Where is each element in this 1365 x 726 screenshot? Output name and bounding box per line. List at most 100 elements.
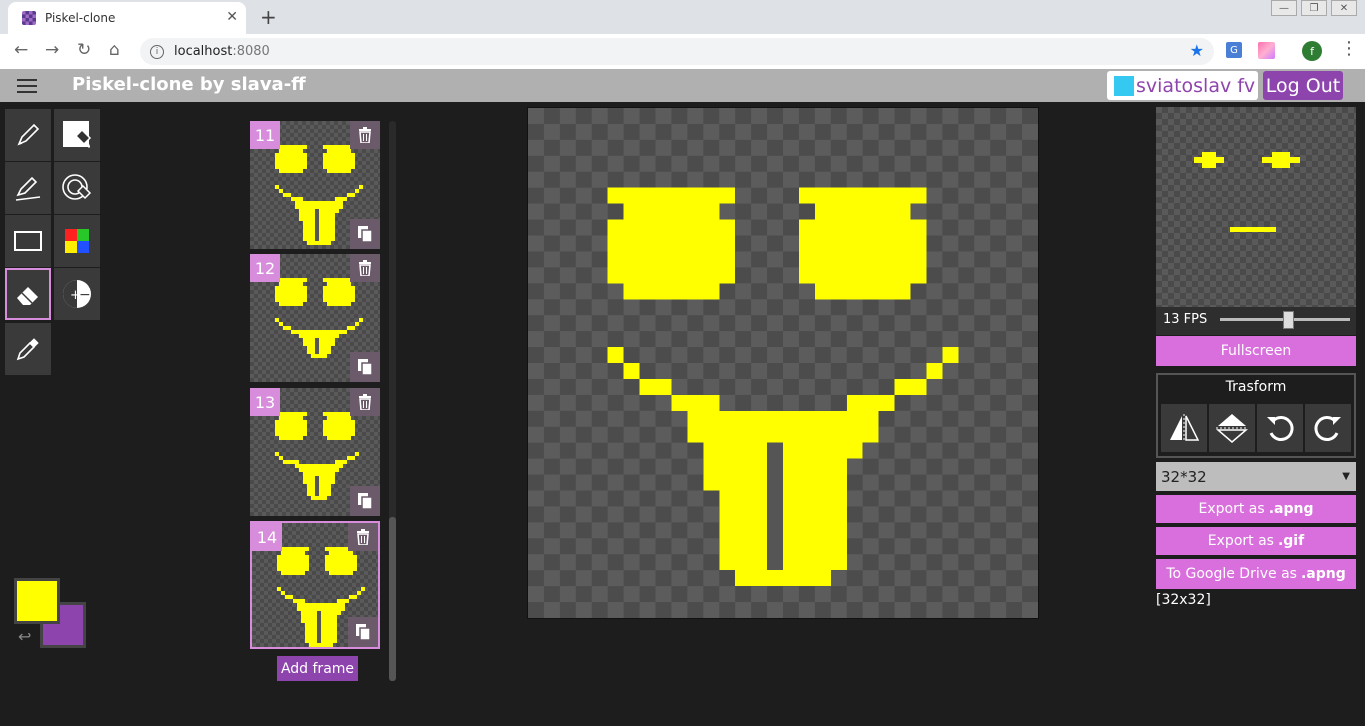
fps-slider-handle[interactable] <box>1283 311 1294 329</box>
user-badge: sviatoslav fv <box>1107 71 1258 100</box>
pixel <box>687 426 863 443</box>
pixel <box>323 432 355 436</box>
rectangle-icon <box>14 231 42 251</box>
close-window-icon[interactable]: ✕ <box>1331 0 1357 16</box>
pixel <box>279 189 283 193</box>
duplicate-frame-icon[interactable] <box>350 486 380 516</box>
pixel <box>329 551 353 555</box>
pixel <box>323 420 355 432</box>
user-name: sviatoslav fv <box>1136 74 1256 97</box>
eraser-tool[interactable] <box>5 268 51 320</box>
pixel <box>327 436 351 440</box>
pixel <box>275 286 307 298</box>
pixel <box>275 153 307 165</box>
pixel <box>311 354 327 358</box>
pixel <box>279 169 303 173</box>
duplicate-frame-icon[interactable] <box>350 219 380 249</box>
favicon-icon <box>22 11 36 25</box>
pixel <box>767 442 783 571</box>
export-gif-button[interactable]: Export as .gif <box>1156 527 1356 555</box>
pixel <box>311 496 327 500</box>
pixel <box>299 468 339 472</box>
stroke-tool[interactable] <box>5 162 51 214</box>
browser-tab[interactable]: Piskel-clone ✕ <box>8 2 246 34</box>
pixel <box>355 452 359 456</box>
frame-thumbnail[interactable]: 11 <box>250 121 380 249</box>
pixel <box>277 567 309 571</box>
lighten-tool[interactable]: + − <box>54 268 100 320</box>
pixel <box>355 189 359 193</box>
site-info-icon[interactable]: i <box>150 44 164 59</box>
canvas-size-value: 32*32 <box>1161 467 1207 486</box>
delete-frame-icon[interactable] <box>350 254 380 282</box>
delete-frame-icon[interactable] <box>348 523 378 551</box>
new-tab-button[interactable]: + <box>260 5 277 29</box>
pen-tool[interactable] <box>5 109 51 161</box>
frame-thumbnail[interactable]: 12 <box>250 254 380 382</box>
frame-thumbnail[interactable]: 14 <box>250 521 380 649</box>
logout-button[interactable]: Log Out <box>1263 71 1343 100</box>
browser-menu-icon[interactable]: ⋮ <box>1340 38 1358 59</box>
flip-vertical-button[interactable] <box>1209 404 1255 452</box>
pixel <box>303 472 335 476</box>
delete-frame-icon[interactable] <box>350 388 380 416</box>
eyedropper-icon <box>16 338 39 361</box>
rotate-right-button[interactable] <box>1305 404 1351 452</box>
address-bar[interactable]: i localhost:8080 ★ <box>140 38 1214 65</box>
pixel <box>299 201 339 205</box>
hamburger-menu-icon[interactable] <box>17 79 37 97</box>
canvas-size-select[interactable]: 32*32 ▼ <box>1156 462 1356 491</box>
user-avatar <box>1114 75 1134 96</box>
pixel <box>349 595 357 599</box>
flip-horizontal-button[interactable] <box>1161 404 1207 452</box>
paint-same-pixels-tool[interactable] <box>54 162 100 214</box>
duplicate-frame-icon[interactable] <box>348 617 378 647</box>
pixel <box>361 587 365 591</box>
app-header: Piskel-clone by slava-ff sviatoslav fv L… <box>0 69 1365 102</box>
minimize-icon[interactable]: — <box>1271 0 1297 16</box>
fullscreen-button[interactable]: Fullscreen <box>1156 336 1356 366</box>
restore-icon[interactable]: ❐ <box>1301 0 1327 16</box>
stroke-pen-icon <box>15 176 41 201</box>
pixel <box>325 567 357 571</box>
pixel <box>735 570 831 587</box>
home-icon[interactable]: ⌂ <box>109 40 120 60</box>
reload-icon[interactable]: ↻ <box>77 40 91 60</box>
pixel <box>275 185 279 189</box>
google-drive-export-button[interactable]: To Google Drive as .apng <box>1156 559 1356 589</box>
forward-icon[interactable]: → <box>45 40 59 60</box>
frame-number: 12 <box>250 254 280 282</box>
close-tab-icon[interactable]: ✕ <box>226 9 238 25</box>
bookmark-star-icon[interactable]: ★ <box>1190 41 1204 60</box>
add-frame-button[interactable]: Add frame <box>277 656 358 681</box>
frame-thumbnail[interactable]: 13 <box>250 388 380 516</box>
duplicate-frame-icon[interactable] <box>350 352 380 382</box>
eyedropper-tool[interactable] <box>5 323 51 375</box>
pixel <box>623 363 640 379</box>
drawing-canvas[interactable] <box>527 107 1039 619</box>
back-icon[interactable]: ← <box>14 40 28 60</box>
delete-frame-icon[interactable] <box>350 121 380 149</box>
translate-extension-icon[interactable]: G <box>1226 42 1242 58</box>
transform-title: Trasform <box>1225 379 1287 395</box>
pencil-icon <box>17 123 40 146</box>
pixel <box>814 203 911 220</box>
profile-avatar[interactable]: f <box>1302 41 1322 61</box>
pixel <box>623 283 720 300</box>
paint-bucket-tool[interactable] <box>54 109 100 161</box>
color-swap-tool[interactable] <box>54 215 100 267</box>
frames-scrollbar-thumb[interactable] <box>389 517 396 681</box>
rectangle-tool[interactable] <box>5 215 51 267</box>
export-apng-button[interactable]: Export as .apng <box>1156 495 1356 523</box>
frame-number: 11 <box>250 121 280 149</box>
swap-colors-icon[interactable]: ↩ <box>18 627 31 646</box>
pixel <box>279 282 303 286</box>
pixel <box>335 197 347 201</box>
pixel <box>297 607 341 611</box>
rotate-left-button[interactable] <box>1257 404 1303 452</box>
pixel <box>814 283 911 300</box>
pixel <box>862 410 879 443</box>
pixel <box>315 209 319 241</box>
primary-color-swatch[interactable] <box>14 578 60 624</box>
color-extension-icon[interactable] <box>1258 42 1275 59</box>
